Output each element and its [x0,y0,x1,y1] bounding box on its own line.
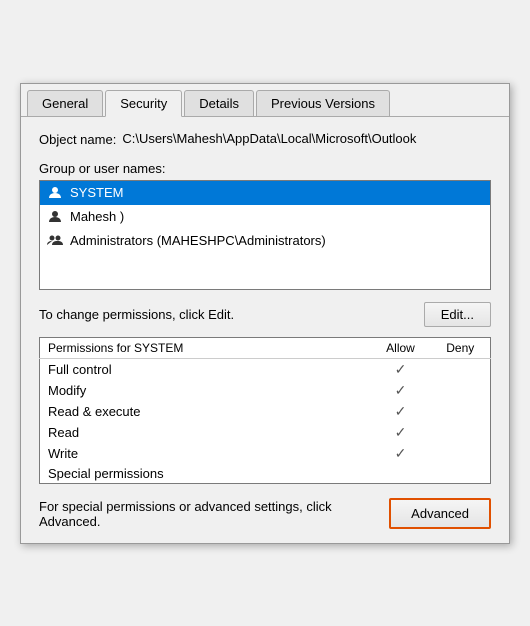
object-name-value: C:\Users\Mahesh\AppData\Local\Microsoft\… [122,131,416,146]
object-name-row: Object name: C:\Users\Mahesh\AppData\Loc… [39,131,491,147]
permission-allow [371,464,431,484]
group-icon [46,232,64,250]
checkmark-icon: ✓ [395,403,407,419]
security-content: Object name: C:\Users\Mahesh\AppData\Loc… [21,117,509,543]
permission-allow: ✓ [371,380,431,401]
permissions-change-text: To change permissions, click Edit. [39,307,424,322]
checkmark-icon: ✓ [395,361,407,377]
system-icon [46,184,64,202]
permission-allow: ✓ [371,358,431,380]
bottom-row: For special permissions or advanced sett… [39,498,491,529]
deny-col-header: Deny [431,337,491,358]
user-item[interactable]: Mahesh ) [40,205,490,229]
group-label: Group or user names: [39,161,491,176]
permissions-col-header: Permissions for SYSTEM [40,337,371,358]
permissions-info-row: To change permissions, click Edit. Edit.… [39,302,491,327]
user-name: Mahesh ) [70,209,124,224]
permission-deny [431,464,491,484]
object-name-label: Object name: [39,131,116,147]
security-dialog: General Security Details Previous Versio… [20,83,510,544]
allow-col-header: Allow [371,337,431,358]
permission-name: Read & execute [40,401,371,422]
tab-general[interactable]: General [27,90,103,116]
checkmark-icon: ✓ [395,382,407,398]
advanced-button[interactable]: Advanced [389,498,491,529]
user-icon [46,208,64,226]
permission-name: Modify [40,380,371,401]
permission-name: Read [40,422,371,443]
bottom-text: For special permissions or advanced sett… [39,499,379,529]
permission-row: Special permissions [40,464,491,484]
user-name: Administrators (MAHESHPC\Administrators) [70,233,326,248]
permission-allow: ✓ [371,401,431,422]
permission-deny [431,401,491,422]
permission-deny [431,422,491,443]
tab-previous-versions[interactable]: Previous Versions [256,90,390,116]
edit-button[interactable]: Edit... [424,302,491,327]
tab-security[interactable]: Security [105,90,182,117]
permission-allow: ✓ [371,422,431,443]
permission-deny [431,443,491,464]
permission-row: Full control ✓ [40,358,491,380]
user-item[interactable]: Administrators (MAHESHPC\Administrators) [40,229,490,253]
permission-row: Modify ✓ [40,380,491,401]
permissions-table: Permissions for SYSTEM Allow Deny Full c… [39,337,491,484]
permission-name: Full control [40,358,371,380]
permission-row: Read & execute ✓ [40,401,491,422]
permission-allow: ✓ [371,443,431,464]
permission-deny [431,380,491,401]
user-name: SYSTEM [70,185,123,200]
checkmark-icon: ✓ [395,445,407,461]
user-item[interactable]: SYSTEM [40,181,490,205]
permission-name: Special permissions [40,464,371,484]
tab-details[interactable]: Details [184,90,254,116]
permission-name: Write [40,443,371,464]
permission-row: Read ✓ [40,422,491,443]
permission-deny [431,358,491,380]
checkmark-icon: ✓ [395,424,407,440]
users-list[interactable]: SYSTEM Mahesh ) Administrators (MAHESHPC… [39,180,491,290]
tab-bar: General Security Details Previous Versio… [21,84,509,117]
permission-row: Write ✓ [40,443,491,464]
